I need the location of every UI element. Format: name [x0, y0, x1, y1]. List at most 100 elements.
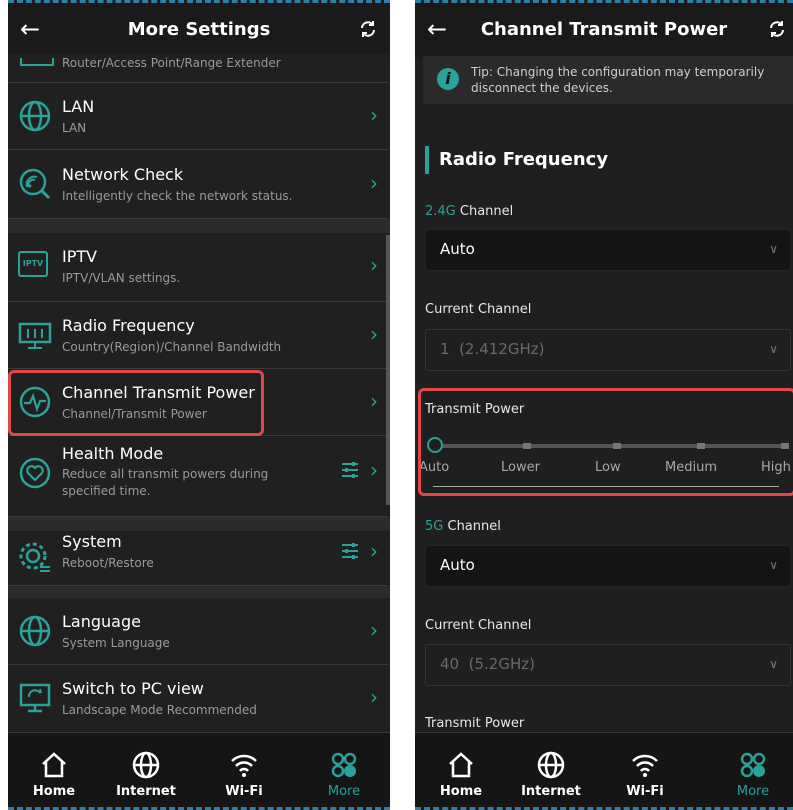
tab-label: Internet [521, 784, 581, 799]
globe-icon [19, 100, 51, 132]
select-value: 40 (5.2GHz) [440, 655, 535, 673]
chevron-right-icon: › [370, 171, 378, 195]
list-item-iptv[interactable]: IPTV IPTV IPTV/VLAN settings. › [8, 233, 388, 302]
tip-banner: i Tip: Changing the configuration may te… [423, 56, 793, 104]
list-item-partial[interactable]: Router/Access Point/Range Extender [8, 54, 388, 83]
band-label: 2.4G [425, 204, 456, 219]
left-screen: ← More Settings Router/Access Point/Rang… [8, 0, 390, 810]
item-subtitle: LAN [62, 121, 87, 135]
list-item-lan[interactable]: LAN LAN › [8, 83, 388, 150]
item-subtitle: IPTV/VLAN settings. [62, 271, 181, 285]
current-channel-label: Current Channel [425, 618, 532, 633]
select-value: Auto [440, 240, 475, 258]
header: ← More Settings [8, 0, 390, 57]
divider [8, 517, 390, 531]
radio-frequency-icon [18, 322, 52, 349]
channel-5g-label: 5G Channel [425, 519, 501, 534]
chevron-down-icon: ∨ [769, 342, 778, 356]
select-value: 1 (2.412GHz) [440, 340, 545, 358]
channel-24g-select[interactable]: Auto ∨ [425, 229, 791, 271]
tab-label: Internet [116, 784, 176, 799]
tab-label: Wi-Fi [225, 784, 263, 799]
divider [8, 586, 390, 598]
tab-more[interactable]: More [304, 750, 384, 799]
settings-sliders-icon[interactable] [340, 460, 360, 480]
tab-internet[interactable]: Internet [511, 750, 591, 799]
item-title: Health Mode [62, 444, 164, 463]
list-item-radio-frequency[interactable]: Radio Frequency Country(Region)/Channel … [8, 302, 388, 369]
tab-label: Wi-Fi [626, 784, 664, 799]
wifi-icon [632, 754, 658, 777]
tab-wifi[interactable]: Wi-Fi [204, 750, 284, 799]
chevron-right-icon: › [370, 685, 378, 709]
section-title: Radio Frequency [425, 146, 608, 174]
home-icon [449, 752, 473, 778]
wifi-icon [231, 754, 257, 777]
tab-more[interactable]: More [713, 750, 793, 799]
channel-24g-label: 2.4G Channel [425, 204, 513, 219]
tab-label: More [327, 784, 361, 799]
label-rest: Channel [443, 519, 501, 534]
chevron-right-icon: › [370, 458, 378, 482]
device-icon [20, 58, 54, 66]
item-title: System [62, 532, 122, 551]
iptv-icon: IPTV [18, 251, 48, 277]
chevron-right-icon: › [370, 103, 378, 127]
highlight-box [8, 370, 264, 436]
scrollbar[interactable] [386, 235, 390, 505]
globe-icon [19, 615, 51, 647]
right-screen: ← Channel Transmit Power i Tip: Changing… [415, 0, 793, 810]
tab-home[interactable]: Home [421, 750, 501, 799]
current-channel-5g-select: 40 (5.2GHz) ∨ [425, 644, 791, 686]
chevron-right-icon: › [370, 322, 378, 346]
list-item-pc-view[interactable]: Switch to PC view Landscape Mode Recomme… [8, 665, 388, 734]
item-subtitle: Reboot/Restore [62, 556, 154, 570]
home-icon [42, 752, 66, 778]
tab-wifi[interactable]: Wi-Fi [605, 750, 685, 799]
list-item-health-mode[interactable]: Health Mode Reduce all transmit powers d… [8, 436, 388, 517]
item-subtitle: Reduce all transmit powers during specif… [62, 467, 269, 498]
channel-5g-select[interactable]: Auto ∨ [425, 545, 791, 587]
chevron-down-icon: ∨ [769, 242, 778, 256]
chevron-right-icon: › [370, 539, 378, 563]
list-item-language[interactable]: Language System Language › [8, 598, 388, 665]
tip-text: Tip: Changing the configuration may temp… [471, 65, 765, 95]
select-value: Auto [440, 556, 475, 574]
tab-label: More [736, 784, 770, 799]
more-apps-icon [740, 752, 766, 778]
item-subtitle: Router/Access Point/Range Extender [62, 56, 281, 70]
globe-icon [537, 751, 565, 779]
item-title: Network Check [62, 165, 184, 184]
refresh-icon[interactable] [767, 19, 787, 39]
chevron-right-icon: › [370, 253, 378, 277]
settings-sliders-icon[interactable] [340, 541, 360, 561]
tab-bar: Home Internet Wi-Fi More [8, 732, 390, 810]
header: ← Channel Transmit Power [415, 0, 793, 57]
item-subtitle: System Language [62, 636, 170, 650]
tab-home[interactable]: Home [14, 750, 94, 799]
item-subtitle: Landscape Mode Recommended [62, 703, 257, 717]
chevron-right-icon: › [370, 389, 378, 413]
iptv-icon-label: IPTV [22, 259, 44, 268]
chevron-right-icon: › [370, 618, 378, 642]
gear-icon [19, 542, 50, 572]
item-subtitle: Intelligently check the network status. [62, 189, 293, 203]
divider [8, 219, 390, 233]
globe-icon [132, 751, 160, 779]
item-title: Switch to PC view [62, 679, 204, 698]
info-icon: i [437, 68, 459, 90]
list-item-network-check[interactable]: Network Check Intelligently check the ne… [8, 150, 388, 219]
highlight-box [418, 388, 793, 496]
monitor-icon [19, 683, 51, 713]
tab-label: Home [32, 784, 76, 799]
tab-label: Home [439, 784, 483, 799]
list-item-system[interactable]: System Reboot/Restore › [8, 531, 388, 586]
tab-internet[interactable]: Internet [106, 750, 186, 799]
page-title: Channel Transmit Power [480, 19, 728, 40]
refresh-icon[interactable] [358, 19, 378, 39]
more-apps-icon [331, 752, 357, 778]
network-check-icon [19, 168, 51, 200]
current-channel-label: Current Channel [425, 302, 532, 317]
tab-bar: Home Internet Wi-Fi More [415, 732, 793, 810]
transmit-power-label: Transmit Power [425, 716, 525, 731]
